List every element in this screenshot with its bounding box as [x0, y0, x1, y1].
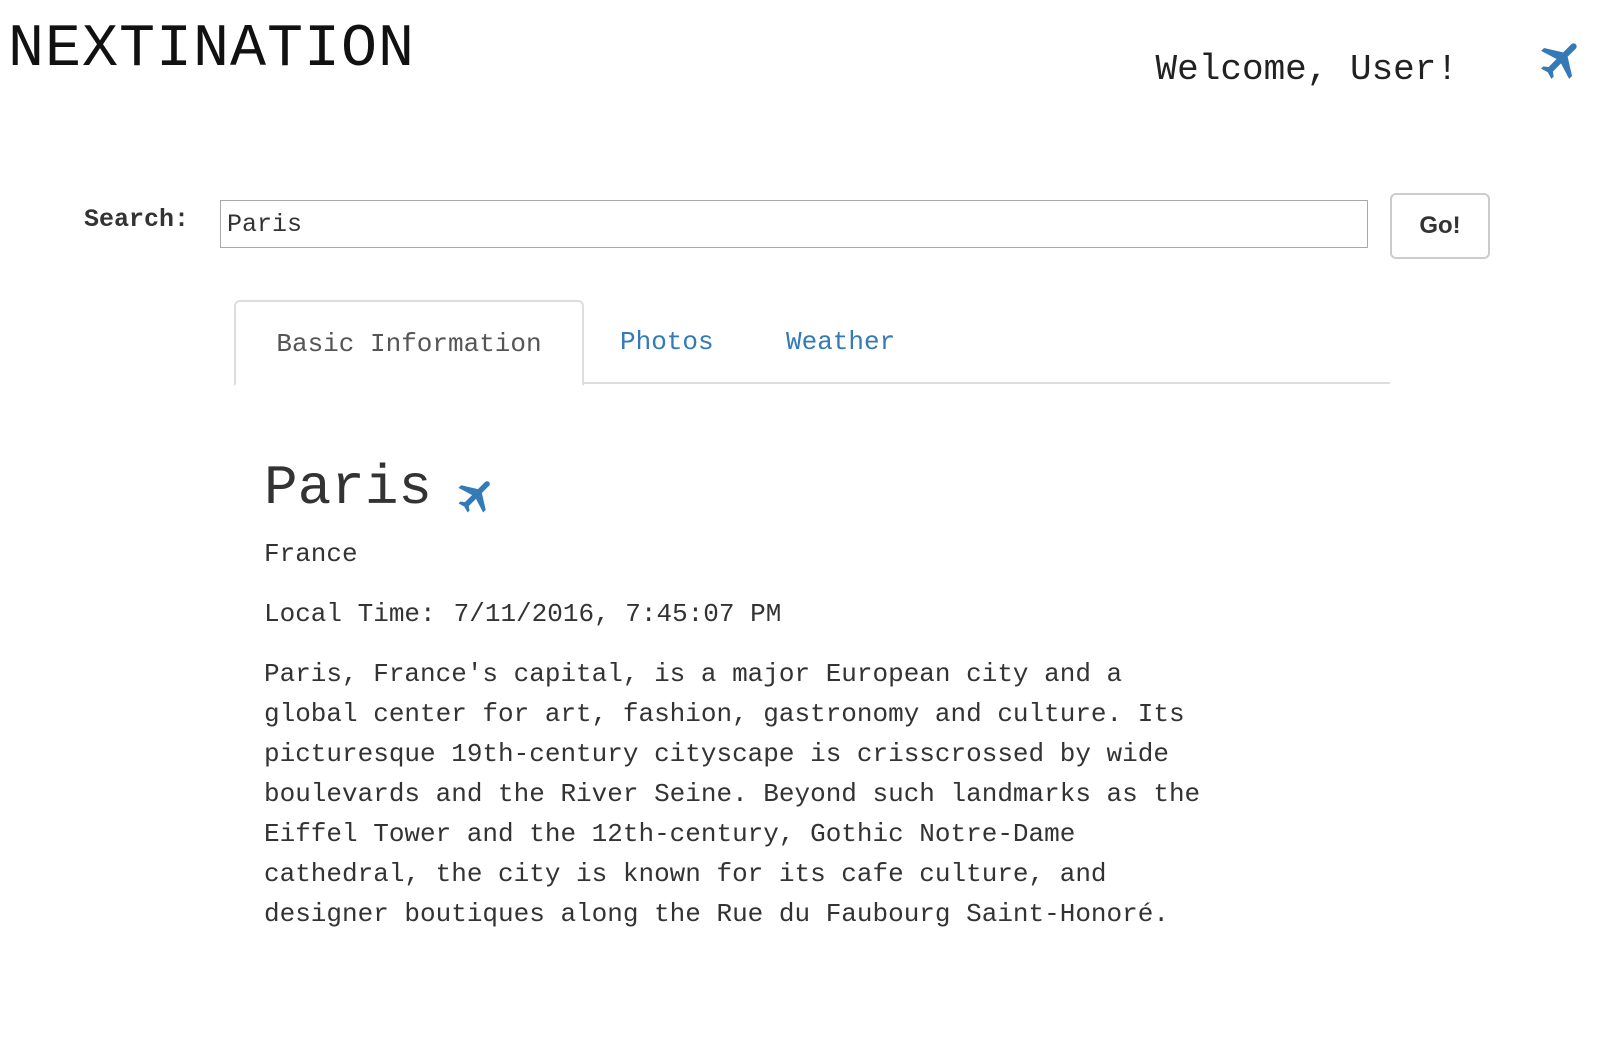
- city-name: Paris: [264, 456, 433, 520]
- plane-icon: [454, 466, 498, 513]
- search-label: Search:: [84, 205, 190, 234]
- tab-basic-information[interactable]: Basic Information: [234, 300, 584, 386]
- plane-icon[interactable]: [1536, 34, 1586, 84]
- tab-bar: Basic Information Photos Weather: [234, 300, 1390, 386]
- country-name: France: [264, 539, 358, 569]
- tab-weather[interactable]: Weather: [786, 300, 895, 384]
- city-heading: Paris: [264, 452, 1224, 524]
- local-time: Local Time: 7/11/2016, 7:45:07 PM: [264, 594, 1224, 634]
- page: NEXTINATION Welcome, User! Search: Go! B…: [0, 0, 1608, 1042]
- brand-logo[interactable]: NEXTINATION: [8, 14, 415, 86]
- go-button[interactable]: Go!: [1390, 193, 1490, 259]
- tab-photos[interactable]: Photos: [620, 300, 714, 384]
- welcome-message: Welcome, User!: [1155, 49, 1458, 90]
- local-time-value: 7/11/2016, 7:45:07 PM: [453, 599, 782, 629]
- destination-panel: Paris France Local Time: 7/11/2016, 7:45:…: [264, 452, 1224, 934]
- city-description: Paris, France's capital, is a major Euro…: [264, 659, 1201, 929]
- search-input[interactable]: [220, 200, 1368, 248]
- local-time-label: Local Time:: [264, 599, 436, 629]
